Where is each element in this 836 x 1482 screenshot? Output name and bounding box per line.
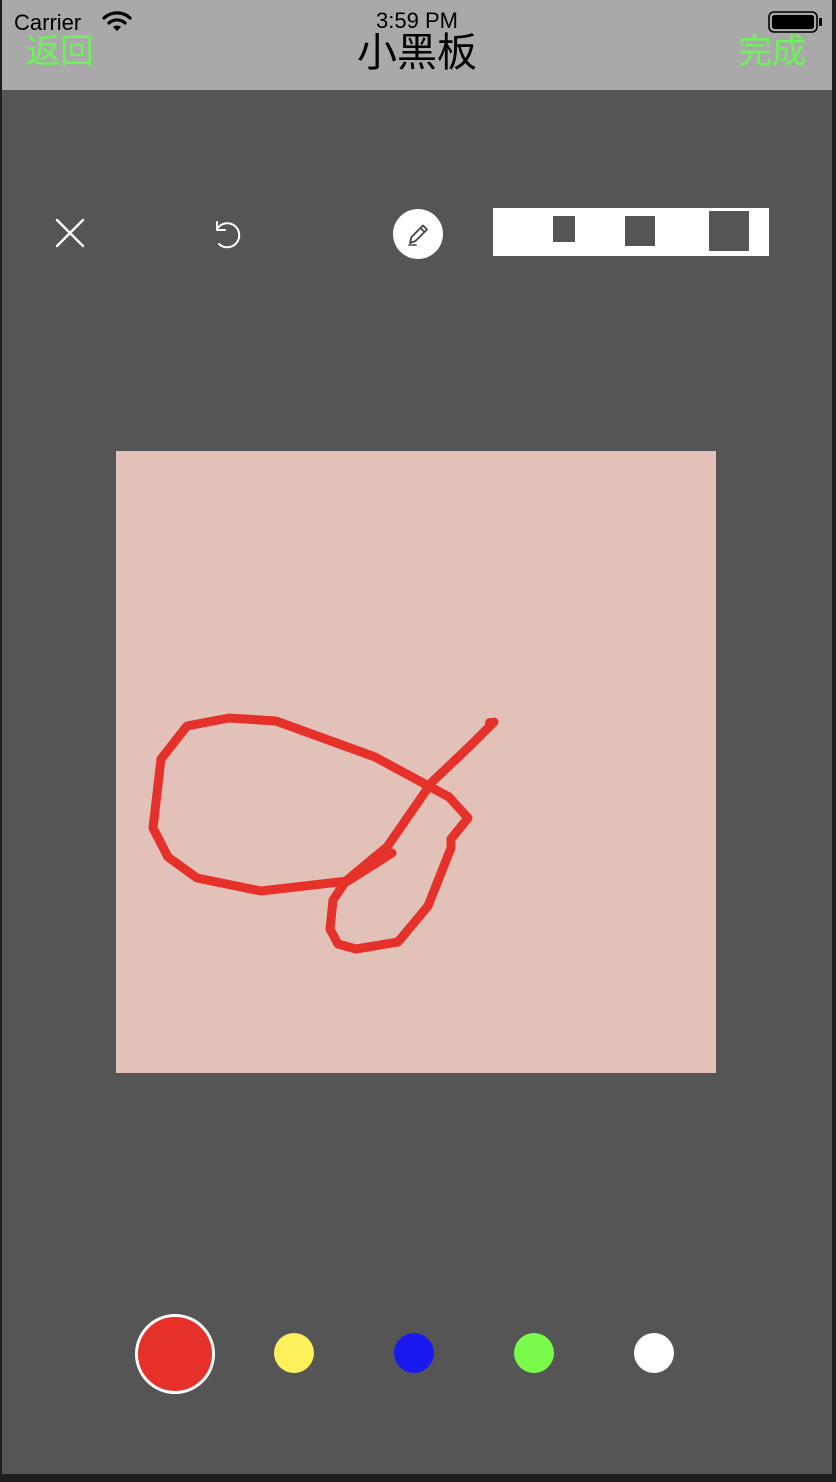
pen-tool-button[interactable] — [393, 209, 443, 259]
color-swatch-white[interactable] — [634, 1333, 674, 1373]
navigation-bar: Carrier 3:59 PM 返回 小黑板 完成 — [2, 0, 832, 90]
pen-size-medium[interactable] — [625, 216, 655, 246]
close-icon — [55, 218, 85, 248]
undo-icon — [216, 221, 241, 249]
page-title: 小黑板 — [357, 30, 477, 76]
done-button[interactable]: 完成 — [738, 24, 806, 73]
drawn-stroke — [148, 713, 499, 954]
pen-size-large[interactable] — [709, 211, 749, 251]
color-swatch-red[interactable] — [135, 1314, 215, 1394]
color-swatch-yellow[interactable] — [274, 1333, 314, 1373]
color-swatch-blue[interactable] — [394, 1333, 434, 1373]
canvas-drawing — [148, 713, 499, 954]
drawing-screen: Carrier 3:59 PM 返回 小黑板 完成 — [2, 0, 832, 1474]
pen-size-picker — [493, 208, 769, 256]
close-button[interactable] — [50, 213, 90, 253]
color-swatch-green[interactable] — [514, 1333, 554, 1373]
pencil-icon — [408, 224, 428, 246]
pen-size-small[interactable] — [553, 216, 575, 242]
undo-button[interactable] — [206, 214, 246, 254]
drawing-canvas[interactable] — [116, 451, 716, 1073]
